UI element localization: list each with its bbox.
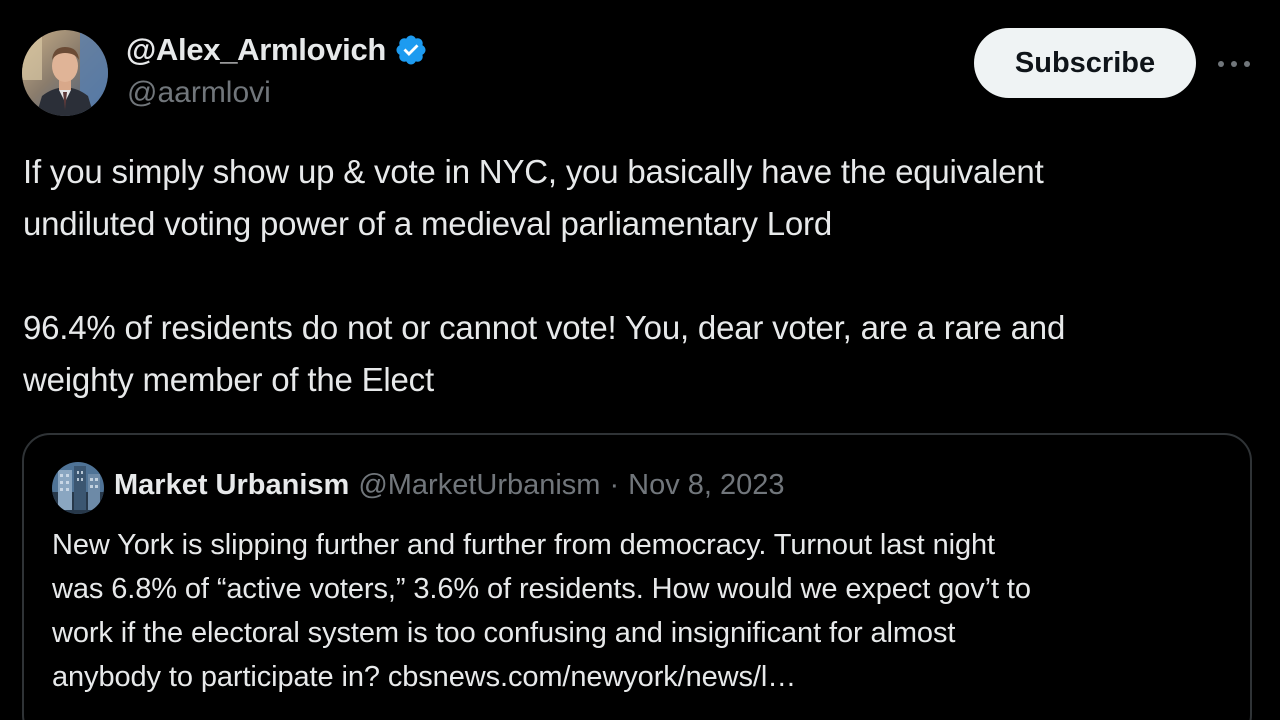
quoted-text-line: anybody to participate in? cbsnews.com/n… xyxy=(52,661,797,693)
quoted-text-line: work if the electoral system is too conf… xyxy=(52,617,956,649)
quoted-author-handle[interactable]: @MarketUrbanism xyxy=(358,469,600,502)
quoted-tweet-date[interactable]: Nov 8, 2023 xyxy=(628,469,784,502)
quoted-text-line: New York is slipping further and further… xyxy=(52,529,995,561)
author-avatar[interactable] xyxy=(22,30,108,116)
quoted-author-name[interactable]: Market Urbanism xyxy=(114,469,349,502)
author-display-name[interactable]: @Alex_Armlovich xyxy=(126,32,386,68)
quoted-text-line: was 6.8% of “active voters,” 3.6% of res… xyxy=(52,573,1031,605)
quoted-tweet-card[interactable]: Market Urbanism @MarketUrbanism · Nov 8,… xyxy=(22,433,1252,720)
author-name-row: @Alex_Armlovich xyxy=(126,30,428,70)
tweet-text-paragraph-1: If you simply show up & vote in NYC, you… xyxy=(23,146,1044,250)
more-options-button[interactable] xyxy=(1212,44,1256,84)
tweet-text-paragraph-2: 96.4% of residents do not or cannot vote… xyxy=(23,302,1065,406)
quoted-author-avatar[interactable] xyxy=(52,462,104,514)
quoted-tweet-header: Market Urbanism @MarketUrbanism · Nov 8,… xyxy=(114,469,785,502)
tweet-text-line: undiluted voting power of a medieval par… xyxy=(23,205,832,242)
more-horizontal-icon xyxy=(1218,61,1250,67)
quoted-tweet-text: New York is slipping further and further… xyxy=(52,523,1031,699)
subscribe-button[interactable]: Subscribe xyxy=(974,28,1196,98)
separator-dot: · xyxy=(609,469,620,501)
tweet: @Alex_Armlovich @aarmlovi Subscribe If y… xyxy=(0,0,1280,720)
tweet-text-line: weighty member of the Elect xyxy=(23,361,434,398)
tweet-text-line: If you simply show up & vote in NYC, you… xyxy=(23,153,1044,190)
verified-badge-icon[interactable] xyxy=(394,33,428,67)
author-handle[interactable]: @aarmlovi xyxy=(127,76,271,110)
tweet-text-line: 96.4% of residents do not or cannot vote… xyxy=(23,309,1066,346)
